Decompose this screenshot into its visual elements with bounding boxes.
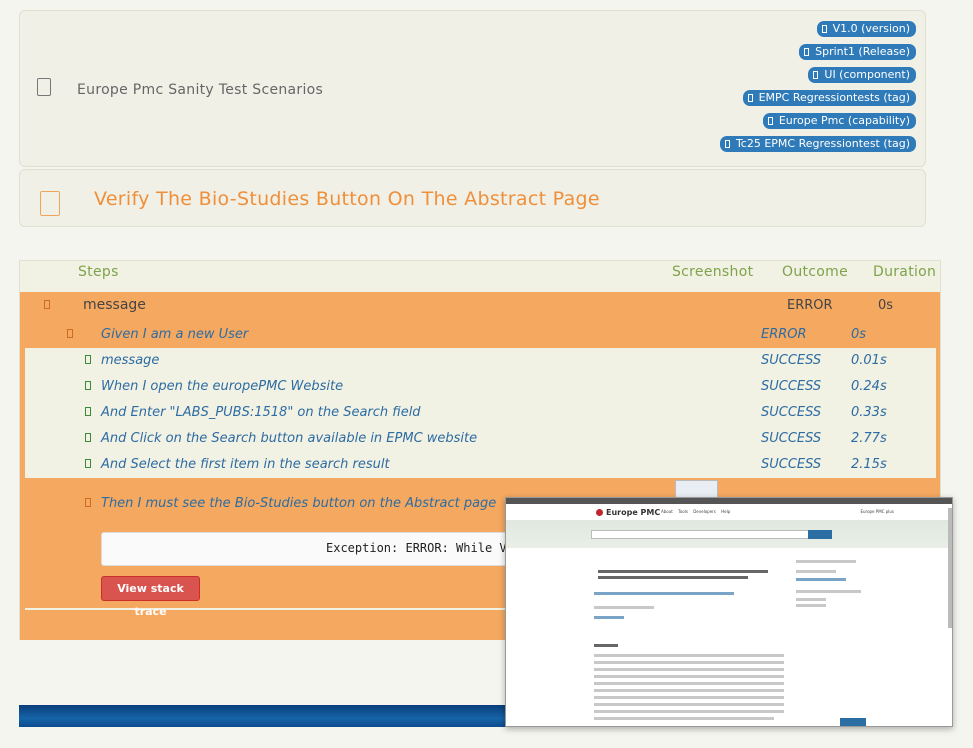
tag-badge[interactable]: Sprint1 (Release) bbox=[799, 44, 916, 60]
success-icon bbox=[85, 459, 91, 468]
preview-text-line bbox=[594, 703, 784, 706]
error-icon bbox=[67, 329, 73, 338]
step-outcome: SUCCESS bbox=[761, 405, 822, 420]
step-duration: 0.24s bbox=[851, 379, 887, 394]
preview-search-button bbox=[808, 530, 832, 539]
preview-nav: About Tools Developers Help bbox=[661, 509, 731, 514]
preview-text-line bbox=[594, 661, 784, 664]
success-icon bbox=[85, 433, 91, 442]
step-duration: 2.77s bbox=[851, 431, 887, 446]
tag-badge[interactable]: Tc25 EPMC Regressiontest (tag) bbox=[719, 136, 916, 152]
preview-text-line bbox=[594, 710, 784, 713]
preview-text-line bbox=[594, 696, 784, 699]
preview-text-line bbox=[598, 570, 768, 573]
table-row[interactable]: When I open the europePMC Website SUCCES… bbox=[25, 374, 936, 400]
success-icon bbox=[85, 407, 91, 416]
success-icon bbox=[85, 381, 91, 390]
step-text: And Select the first item in the search … bbox=[101, 457, 390, 472]
preview-logo: Europe PMC bbox=[596, 508, 660, 517]
step-label: message bbox=[83, 297, 146, 313]
preview-text-line bbox=[796, 560, 856, 563]
preview-text-line bbox=[594, 717, 774, 720]
table-row[interactable]: message ERROR 0s bbox=[20, 292, 940, 320]
header-screenshot: Screenshot bbox=[672, 264, 754, 280]
step-text: Then I must see the Bio-Studies button o… bbox=[101, 496, 497, 511]
scenario-panel: Verify The Bio-Studies Button On The Abs… bbox=[19, 169, 926, 227]
preview-search-area bbox=[506, 520, 952, 548]
header-steps: Steps bbox=[78, 264, 119, 280]
step-outcome: ERROR bbox=[787, 298, 833, 313]
tag-icon bbox=[804, 48, 810, 56]
preview-search-input bbox=[591, 530, 809, 539]
success-icon bbox=[85, 355, 91, 364]
step-duration: 0s bbox=[878, 298, 894, 313]
step-duration: 0.33s bbox=[851, 405, 887, 420]
step-duration: 0s bbox=[851, 327, 867, 342]
tag-icon bbox=[724, 140, 730, 148]
table-row[interactable]: Given I am a new User ERROR 0s bbox=[25, 322, 936, 348]
step-outcome: SUCCESS bbox=[761, 379, 822, 394]
step-text: Given I am a new User bbox=[101, 327, 249, 342]
preview-text-line bbox=[594, 668, 784, 671]
table-row[interactable]: And Click on the Search button available… bbox=[25, 426, 936, 452]
preview-text-line bbox=[594, 675, 784, 678]
scenario-icon bbox=[40, 191, 60, 216]
header-outcome: Outcome bbox=[782, 264, 848, 280]
preview-right-link: Europe PMC plus bbox=[860, 509, 894, 514]
step-duration: 0.01s bbox=[851, 353, 887, 368]
step-text: And Enter "LABS_PUBS:1518" on the Search… bbox=[101, 405, 421, 420]
preview-text-line bbox=[594, 616, 624, 619]
step-text: message bbox=[101, 353, 160, 368]
preview-text-line bbox=[796, 570, 836, 573]
tag-badge[interactable]: EMPC Regressiontests (tag) bbox=[742, 90, 916, 106]
preview-text-line bbox=[796, 598, 826, 601]
preview-text-line bbox=[594, 689, 784, 692]
preview-text-line bbox=[594, 592, 734, 595]
tag-icon bbox=[821, 25, 827, 33]
step-duration: 2.15s bbox=[851, 457, 887, 472]
preview-text-line bbox=[594, 654, 784, 657]
preview-text-line bbox=[594, 682, 784, 685]
error-icon bbox=[44, 300, 50, 309]
preview-text-line bbox=[598, 576, 748, 579]
screenshot-thumbnail[interactable] bbox=[675, 480, 718, 498]
step-outcome: SUCCESS bbox=[761, 457, 822, 472]
screenshot-preview[interactable]: Europe PMC About Tools Developers Help E… bbox=[505, 497, 953, 727]
tag-badge[interactable]: V1.0 (version) bbox=[816, 21, 916, 37]
preview-text-line bbox=[796, 604, 826, 607]
table-row[interactable]: And Select the first item in the search … bbox=[25, 452, 936, 478]
tag-icon bbox=[813, 71, 819, 79]
step-outcome: SUCCESS bbox=[761, 431, 822, 446]
preview-feedback-button bbox=[840, 718, 866, 726]
feature-title: Europe Pmc Sanity Test Scenarios bbox=[77, 82, 324, 98]
header-duration: Duration bbox=[873, 264, 937, 280]
tag-list: V1.0 (version) Sprint1 (Release) UI (com… bbox=[719, 21, 916, 152]
scenario-title: Verify The Bio-Studies Button On The Abs… bbox=[94, 188, 600, 210]
step-text: When I open the europePMC Website bbox=[101, 379, 344, 394]
tag-icon bbox=[767, 117, 773, 125]
table-row[interactable]: And Enter "LABS_PUBS:1518" on the Search… bbox=[25, 400, 936, 426]
tag-badge[interactable]: UI (component) bbox=[808, 67, 916, 83]
tag-badge[interactable]: Europe Pmc (capability) bbox=[762, 113, 916, 129]
tag-icon bbox=[747, 94, 753, 102]
step-outcome: SUCCESS bbox=[761, 353, 822, 368]
feature-panel: Europe Pmc Sanity Test Scenarios V1.0 (v… bbox=[19, 10, 926, 167]
table-row[interactable]: message SUCCESS 0.01s bbox=[25, 348, 936, 374]
preview-scrollbar bbox=[948, 508, 952, 628]
preview-text-line bbox=[594, 606, 654, 609]
preview-text-line bbox=[796, 590, 861, 593]
preview-header: Europe PMC About Tools Developers Help E… bbox=[506, 504, 952, 520]
preview-text-line bbox=[796, 578, 846, 581]
error-icon bbox=[85, 498, 91, 507]
step-outcome: ERROR bbox=[761, 327, 807, 342]
step-text: And Click on the Search button available… bbox=[101, 431, 478, 446]
preview-text-line bbox=[594, 644, 618, 647]
feature-icon bbox=[37, 78, 51, 96]
view-stack-trace-button[interactable]: View stack trace bbox=[101, 576, 200, 618]
